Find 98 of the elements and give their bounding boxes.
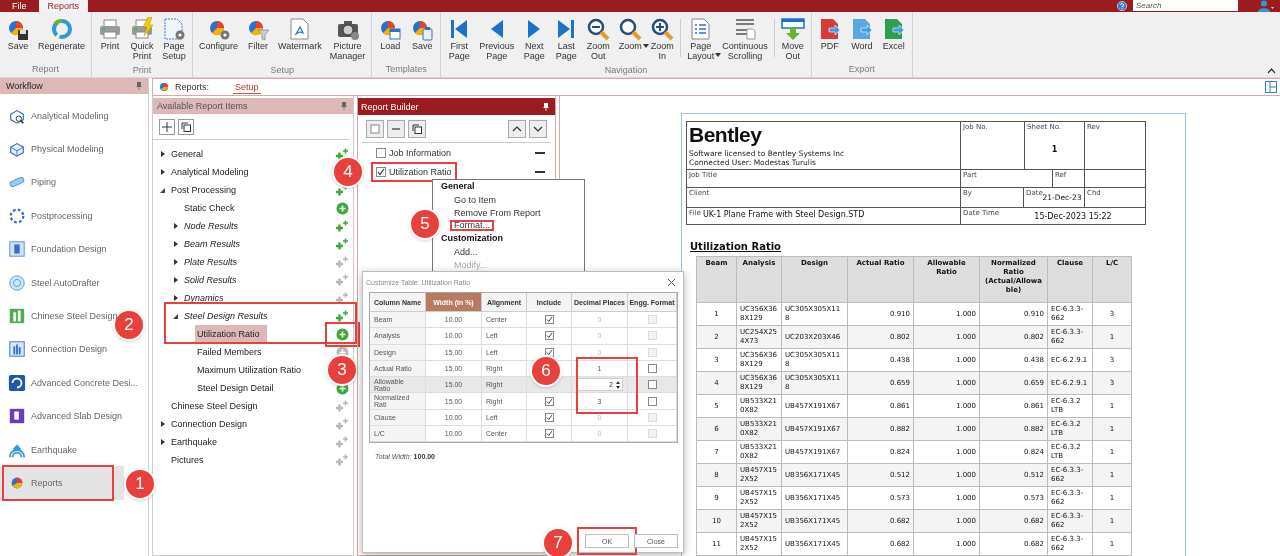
workflow-item[interactable]: Physical Modeling [0, 132, 108, 166]
menu-item[interactable]: Remove From Report [454, 207, 541, 218]
ribbon-button[interactable]: Configure [195, 15, 243, 54]
ribbon-button[interactable]: First Page [443, 15, 476, 63]
workflow-item[interactable]: Reports [0, 466, 124, 500]
ribbon-button[interactable]: Print [94, 15, 127, 54]
tree-item[interactable]: Connection Design [169, 415, 251, 433]
tree-item[interactable]: Chinese Steel Design [169, 397, 261, 415]
panel-title: Available Report Items [157, 101, 248, 111]
tree-item[interactable]: Steel Design Results [182, 307, 271, 325]
ribbon-button[interactable]: Page Layout [683, 15, 719, 63]
menu-heading: Customization [441, 232, 504, 245]
tree-item[interactable]: Maximum Utilization Ratio [195, 361, 305, 379]
tree-item[interactable]: Earthquake [169, 433, 221, 451]
tree-item[interactable]: Static Check [182, 199, 238, 217]
menu-tab[interactable]: File [3, 0, 36, 12]
item-label: Chinese Steel Design [31, 311, 118, 322]
item-label: Advanced Concrete Desi... [31, 377, 139, 388]
workflow-item[interactable]: Advanced Concrete Desi... [0, 366, 143, 400]
workflow-item[interactable]: Earthquake [0, 432, 82, 467]
ribbon-button[interactable]: Load [374, 15, 407, 54]
tree-item[interactable]: Steel Design Detail [195, 379, 277, 397]
table-title: Utilization Ratio [690, 241, 782, 252]
step-number-badge: 5 [411, 210, 439, 238]
field-value: 1 [1050, 146, 1059, 154]
item-label: Physical Modeling [31, 144, 104, 155]
item-label: Reports [31, 478, 63, 488]
ribbon-button[interactable]: Zoom [614, 15, 647, 54]
workflow-item[interactable]: Advanced Slab Design [0, 399, 127, 433]
panel-title: Report Builder [361, 101, 419, 112]
item-label: Connection Design [31, 344, 108, 355]
ribbon-button[interactable]: Last Page [550, 15, 583, 63]
step-number-badge: 4 [334, 158, 362, 186]
ribbon-button[interactable]: Picture Manager [325, 15, 370, 63]
tree-item[interactable]: Node Results [182, 217, 242, 235]
ribbon-button[interactable]: Next Page [518, 15, 551, 63]
item-label: Postprocessing [31, 210, 93, 221]
ribbon-button[interactable]: Previous Page [475, 15, 519, 63]
ribbon-button[interactable]: Quick Print [126, 15, 159, 63]
menu-heading: General [441, 180, 476, 193]
step-number-badge: 1 [126, 470, 154, 499]
workflow-item[interactable]: Postprocessing [0, 199, 97, 233]
tree-item[interactable]: Utilization Ratio [195, 325, 267, 343]
ribbon-button[interactable]: Page Setup [158, 15, 191, 63]
menu-item[interactable]: Go to Item [454, 194, 497, 205]
item-label: Analytical Modeling [31, 110, 109, 121]
step-number-badge: 3 [328, 355, 356, 384]
tree-item[interactable]: Plate Results [182, 253, 241, 271]
item-label: Steel AutoDrafter [31, 277, 100, 288]
ribbon-button[interactable]: Regenerate [34, 15, 90, 54]
tree-item[interactable]: Beam Results [182, 235, 244, 253]
ribbon-button[interactable]: PDF [813, 15, 846, 54]
breadcrumb-label: Reports: [175, 82, 209, 92]
ribbon-button[interactable]: Zoom In [646, 15, 679, 63]
group-label: Templates [384, 63, 428, 76]
item-label: Earthquake [31, 444, 78, 455]
company-logo: Bentley [689, 124, 763, 146]
ribbon-button[interactable]: Zoom Out [582, 15, 615, 63]
item-label: Foundation Design [31, 244, 107, 255]
group-label: Report [31, 63, 61, 76]
panel-title: Workflow [6, 81, 43, 91]
menu-item[interactable]: Format... [454, 220, 490, 230]
tree-item[interactable]: Analytical Modeling [169, 163, 252, 181]
group-label: Navigation [603, 64, 649, 77]
field-value: 15-Dec-2023 15:22 [1033, 213, 1113, 221]
ribbon-button[interactable]: Watermark [274, 15, 326, 54]
menu-tab[interactable]: Reports [38, 0, 89, 12]
workflow-item[interactable]: Foundation Design [0, 232, 111, 266]
menu-item[interactable]: Add... [454, 246, 478, 257]
group-label: Print [131, 64, 153, 77]
report-item[interactable]: Utilization Ratio [389, 166, 452, 177]
tree-item[interactable]: Post Processing [169, 181, 240, 199]
search-field[interactable]: Search [1133, 0, 1238, 11]
workflow-item[interactable]: Piping [0, 165, 61, 200]
group-label: Export [847, 63, 876, 76]
ribbon-button[interactable]: Save [406, 15, 439, 54]
workflow-item[interactable]: Connection Design [0, 332, 112, 367]
tree-item[interactable]: Failed Members [195, 343, 265, 361]
ribbon-button[interactable]: Save [2, 15, 34, 54]
ribbon-button[interactable]: Move Out [776, 15, 809, 63]
ribbon-button[interactable]: Excel [877, 15, 910, 54]
workflow-item[interactable]: Steel AutoDrafter [0, 265, 104, 300]
group-label: Setup [269, 64, 295, 77]
item-label: Piping [31, 177, 57, 188]
step-number-badge: 6 [532, 357, 560, 385]
item-label: Advanced Slab Design [31, 411, 123, 422]
tree-item[interactable]: Pictures [169, 451, 207, 469]
report-item[interactable]: Job Information [389, 147, 452, 158]
workflow-item[interactable]: Analytical Modeling [0, 99, 113, 133]
view-tab[interactable]: Setup [233, 80, 261, 94]
tree-item[interactable]: Solid Results [182, 271, 240, 289]
tree-item[interactable]: General [169, 145, 207, 163]
ribbon-button[interactable]: Word [845, 15, 878, 54]
ribbon-button[interactable]: Filter [242, 15, 275, 54]
step-number-badge: 7 [544, 529, 572, 556]
ribbon-button[interactable]: Continuous Scrolling [718, 15, 772, 63]
tree-item[interactable]: Dynamics [182, 289, 227, 307]
field-value: UK-1 Plane Frame with Steel Design.STD [703, 211, 866, 219]
